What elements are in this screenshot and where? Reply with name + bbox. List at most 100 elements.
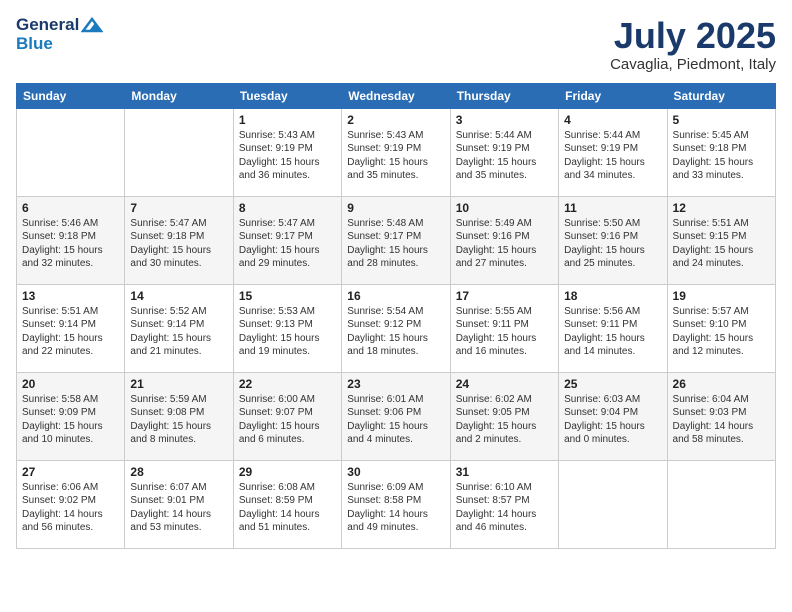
day-info: Sunrise: 5:57 AM Sunset: 9:10 PM Dayligh… [673,305,770,359]
day-number: 12 [673,201,770,215]
day-number: 24 [456,377,553,391]
day-info: Sunrise: 5:51 AM Sunset: 9:15 PM Dayligh… [673,217,770,271]
day-cell: 24 Sunrise: 6:02 AM Sunset: 9:05 PM Dayli… [450,372,558,460]
day-info: Sunrise: 5:55 AM Sunset: 9:11 PM Dayligh… [456,305,553,359]
day-info: Sunrise: 6:03 AM Sunset: 9:04 PM Dayligh… [564,393,661,447]
day-number: 5 [673,113,770,127]
day-info: Sunrise: 5:59 AM Sunset: 9:08 PM Dayligh… [130,393,227,447]
day-cell: 3Sunrise: 5:44 AM Sunset: 9:19 PM Daylig… [450,108,558,196]
page-header: General Blue July 2025 Cavaglia, Piedmon… [16,16,776,73]
col-saturday: Saturday [667,83,775,108]
day-info: Sunrise: 6:07 AM Sunset: 9:01 PM Dayligh… [130,481,227,535]
day-number: 10 [456,201,553,215]
logo-icon [81,17,103,33]
day-info: Sunrise: 5:50 AM Sunset: 9:16 PM Dayligh… [564,217,661,271]
col-sunday: Sunday [17,83,125,108]
day-number: 19 [673,289,770,303]
day-number: 22 [239,377,336,391]
day-cell: 19 Sunrise: 5:57 AM Sunset: 9:10 PM Dayli… [667,284,775,372]
day-info: Sunrise: 5:47 AM Sunset: 9:18 PM Dayligh… [130,217,227,271]
day-number: 18 [564,289,661,303]
day-number: 16 [347,289,444,303]
day-number: 7 [130,201,227,215]
day-cell: 8Sunrise: 5:47 AM Sunset: 9:17 PM Daylig… [233,196,341,284]
week-row-3: 13Sunrise: 5:51 AM Sunset: 9:14 PM Dayli… [17,284,776,372]
day-number: 15 [239,289,336,303]
day-number: 31 [456,465,553,479]
logo-general-text: General [16,16,79,35]
header-row: Sunday Monday Tuesday Wednesday Thursday… [17,83,776,108]
day-number: 27 [22,465,119,479]
day-number: 25 [564,377,661,391]
col-monday: Monday [125,83,233,108]
day-info: Sunrise: 5:49 AM Sunset: 9:16 PM Dayligh… [456,217,553,271]
day-info: Sunrise: 6:10 AM Sunset: 8:57 PM Dayligh… [456,481,553,535]
day-cell: 13Sunrise: 5:51 AM Sunset: 9:14 PM Dayli… [17,284,125,372]
day-cell [667,460,775,548]
day-number: 28 [130,465,227,479]
day-cell: 28 Sunrise: 6:07 AM Sunset: 9:01 PM Dayli… [125,460,233,548]
day-cell: 15 Sunrise: 5:53 AM Sunset: 9:13 PM Dayli… [233,284,341,372]
day-cell: 23 Sunrise: 6:01 AM Sunset: 9:06 PM Dayli… [342,372,450,460]
week-row-5: 27 Sunrise: 6:06 AM Sunset: 9:02 PM Dayli… [17,460,776,548]
day-number: 4 [564,113,661,127]
day-cell: 9 Sunrise: 5:48 AM Sunset: 9:17 PM Daylig… [342,196,450,284]
day-cell: 20Sunrise: 5:58 AM Sunset: 9:09 PM Dayli… [17,372,125,460]
day-number: 21 [130,377,227,391]
day-number: 2 [347,113,444,127]
col-friday: Friday [559,83,667,108]
calendar-body: 1Sunrise: 5:43 AM Sunset: 9:19 PM Daylig… [17,108,776,548]
day-number: 29 [239,465,336,479]
day-info: Sunrise: 6:01 AM Sunset: 9:06 PM Dayligh… [347,393,444,447]
week-row-2: 6Sunrise: 5:46 AM Sunset: 9:18 PM Daylig… [17,196,776,284]
day-cell: 18 Sunrise: 5:56 AM Sunset: 9:11 PM Dayli… [559,284,667,372]
day-cell: 26 Sunrise: 6:04 AM Sunset: 9:03 PM Dayli… [667,372,775,460]
day-cell: 31 Sunrise: 6:10 AM Sunset: 8:57 PM Dayli… [450,460,558,548]
day-cell: 25 Sunrise: 6:03 AM Sunset: 9:04 PM Dayli… [559,372,667,460]
day-number: 6 [22,201,119,215]
day-cell [559,460,667,548]
day-info: Sunrise: 5:44 AM Sunset: 9:19 PM Dayligh… [456,129,553,183]
day-info: Sunrise: 5:54 AM Sunset: 9:12 PM Dayligh… [347,305,444,359]
calendar-table: Sunday Monday Tuesday Wednesday Thursday… [16,83,776,549]
day-info: Sunrise: 6:06 AM Sunset: 9:02 PM Dayligh… [22,481,119,535]
day-number: 9 [347,201,444,215]
day-info: Sunrise: 5:58 AM Sunset: 9:09 PM Dayligh… [22,393,119,447]
day-cell: 21 Sunrise: 5:59 AM Sunset: 9:08 PM Dayli… [125,372,233,460]
day-info: Sunrise: 5:48 AM Sunset: 9:17 PM Dayligh… [347,217,444,271]
day-info: Sunrise: 5:53 AM Sunset: 9:13 PM Dayligh… [239,305,336,359]
day-info: Sunrise: 5:52 AM Sunset: 9:14 PM Dayligh… [130,305,227,359]
day-cell: 30 Sunrise: 6:09 AM Sunset: 8:58 PM Dayli… [342,460,450,548]
day-number: 23 [347,377,444,391]
day-info: Sunrise: 6:08 AM Sunset: 8:59 PM Dayligh… [239,481,336,535]
col-wednesday: Wednesday [342,83,450,108]
day-cell [125,108,233,196]
day-info: Sunrise: 5:43 AM Sunset: 9:19 PM Dayligh… [347,129,444,183]
col-tuesday: Tuesday [233,83,341,108]
day-cell: 27 Sunrise: 6:06 AM Sunset: 9:02 PM Dayli… [17,460,125,548]
day-info: Sunrise: 5:43 AM Sunset: 9:19 PM Dayligh… [239,129,336,183]
day-cell: 2 Sunrise: 5:43 AM Sunset: 9:19 PM Daylig… [342,108,450,196]
day-info: Sunrise: 5:56 AM Sunset: 9:11 PM Dayligh… [564,305,661,359]
day-number: 14 [130,289,227,303]
month-year-title: July 2025 [610,16,776,56]
day-cell: 6Sunrise: 5:46 AM Sunset: 9:18 PM Daylig… [17,196,125,284]
day-cell: 22Sunrise: 6:00 AM Sunset: 9:07 PM Dayli… [233,372,341,460]
day-number: 26 [673,377,770,391]
day-number: 13 [22,289,119,303]
day-cell: 12 Sunrise: 5:51 AM Sunset: 9:15 PM Dayli… [667,196,775,284]
day-cell: 16 Sunrise: 5:54 AM Sunset: 9:12 PM Dayli… [342,284,450,372]
day-info: Sunrise: 6:02 AM Sunset: 9:05 PM Dayligh… [456,393,553,447]
day-cell: 14 Sunrise: 5:52 AM Sunset: 9:14 PM Dayli… [125,284,233,372]
title-block: July 2025 Cavaglia, Piedmont, Italy [610,16,776,73]
day-cell: 10 Sunrise: 5:49 AM Sunset: 9:16 PM Dayli… [450,196,558,284]
day-info: Sunrise: 6:09 AM Sunset: 8:58 PM Dayligh… [347,481,444,535]
day-cell: 5 Sunrise: 5:45 AM Sunset: 9:18 PM Daylig… [667,108,775,196]
day-cell: 11Sunrise: 5:50 AM Sunset: 9:16 PM Dayli… [559,196,667,284]
day-info: Sunrise: 5:44 AM Sunset: 9:19 PM Dayligh… [564,129,661,183]
day-info: Sunrise: 5:45 AM Sunset: 9:18 PM Dayligh… [673,129,770,183]
day-number: 30 [347,465,444,479]
day-info: Sunrise: 6:04 AM Sunset: 9:03 PM Dayligh… [673,393,770,447]
day-number: 17 [456,289,553,303]
location-text: Cavaglia, Piedmont, Italy [610,56,776,73]
